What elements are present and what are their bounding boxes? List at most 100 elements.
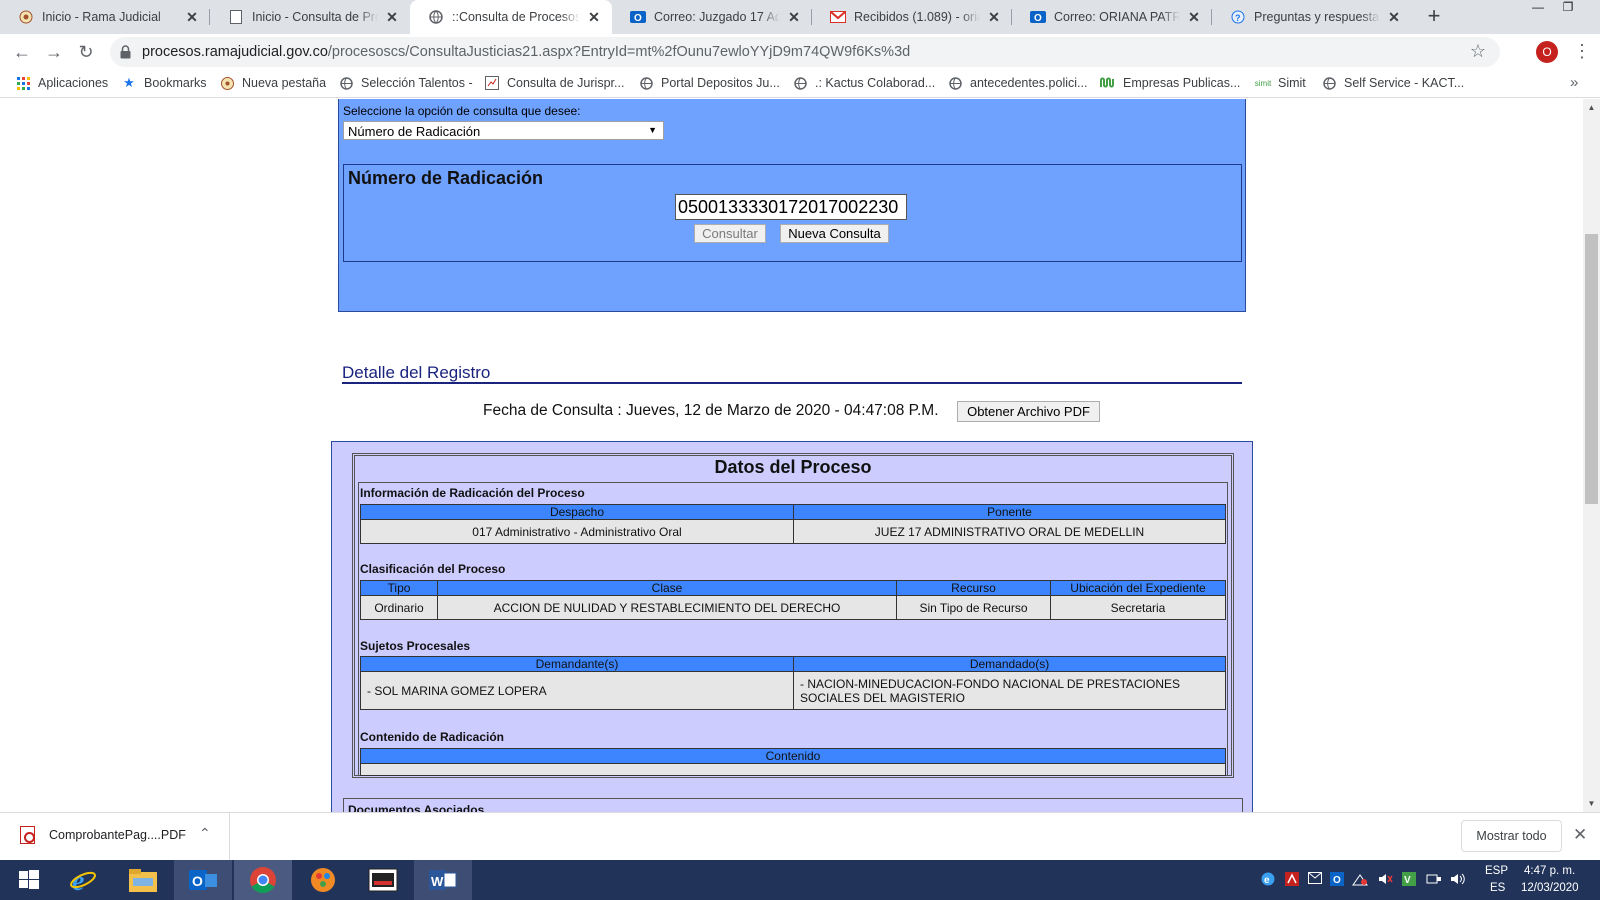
- tab-correo-oriana[interactable]: O Correo: ORIANA PATRICIA ✕: [1012, 0, 1212, 34]
- acrobat-tray-icon[interactable]: [1285, 872, 1299, 889]
- tab-gmail-recibidos[interactable]: Recibidos (1.089) - oriana ✕: [812, 0, 1012, 34]
- bookmark-nueva-pestana[interactable]: Nueva pestaña: [219, 75, 326, 91]
- clock-time[interactable]: 4:47 p. m.: [1524, 865, 1575, 877]
- tab-inicio-rama-judicial[interactable]: Inicio - Rama Judicial ✕: [0, 0, 210, 34]
- outlook-taskbar-icon[interactable]: O: [174, 860, 232, 900]
- globe-icon: [638, 75, 654, 91]
- speaker-tray-icon[interactable]: [1450, 872, 1466, 889]
- consultar-button[interactable]: Consultar: [694, 224, 766, 243]
- mail-tray-icon[interactable]: [1308, 872, 1322, 887]
- query-panel: Seleccione la opción de consulta que des…: [338, 99, 1246, 312]
- close-tab-icon[interactable]: ✕: [1186, 9, 1202, 25]
- keyboard-layout[interactable]: ES: [1490, 882, 1505, 894]
- svg-text:O: O: [634, 13, 642, 24]
- close-tab-icon[interactable]: ✕: [786, 9, 802, 25]
- vpn-tray-icon[interactable]: V: [1402, 872, 1416, 889]
- minimize-icon[interactable]: —: [1523, 0, 1553, 20]
- bookmarks-bar: Aplicaciones ★ Bookmarks Nueva pestaña S…: [0, 70, 1600, 98]
- file-explorer-icon[interactable]: [114, 860, 172, 900]
- bookmark-star-icon[interactable]: ☆: [1470, 41, 1486, 62]
- bookmark-self-service[interactable]: Self Service - KACT...: [1321, 75, 1464, 91]
- page-icon: [228, 9, 244, 25]
- word-icon[interactable]: W: [414, 860, 472, 900]
- profile-avatar[interactable]: O: [1536, 41, 1558, 63]
- cell-demandados: - NACION-MINEDUCACION-FONDO NACIONAL DE …: [793, 671, 1226, 710]
- bookmark-simit[interactable]: simit Simit: [1255, 75, 1306, 91]
- cell-ubicacion: Secretaria: [1050, 595, 1226, 620]
- apps-grid-icon: [15, 75, 31, 91]
- consulta-type-select[interactable]: Número de Radicación ▼: [343, 121, 664, 140]
- bookmark-antecedentes[interactable]: antecedentes.polici...: [947, 75, 1087, 91]
- tab-preguntas[interactable]: ? Preguntas y respuestas so ✕: [1212, 0, 1412, 34]
- svg-text:O: O: [192, 873, 203, 889]
- tab-correo-juzgado[interactable]: O Correo: Juzgado 17 Admi ✕: [612, 0, 812, 34]
- section-contenido-label: Contenido de Radicación: [360, 730, 505, 744]
- forward-icon[interactable]: →: [40, 38, 68, 66]
- show-all-downloads-button[interactable]: Mostrar todo: [1461, 820, 1562, 852]
- bookmark-label: Portal Depositos Ju...: [661, 76, 780, 90]
- bookmark-empresas-publicas[interactable]: Empresas Publicas...: [1100, 75, 1240, 91]
- input-language[interactable]: ESP: [1485, 865, 1508, 877]
- close-tab-icon[interactable]: ✕: [184, 9, 200, 25]
- tab-title: Correo: Juzgado 17 Admi: [654, 10, 780, 24]
- documentos-title: Documentos Asociados: [348, 803, 485, 812]
- close-tab-icon[interactable]: ✕: [986, 9, 1002, 25]
- radicacion-input[interactable]: [675, 194, 907, 220]
- paint-app-icon[interactable]: [294, 860, 352, 900]
- menu-dots-icon[interactable]: ⋮: [1572, 40, 1592, 64]
- tab-inicio-consulta[interactable]: Inicio - Consulta de Proce ✕: [210, 0, 410, 34]
- header-ubicacion: Ubicación del Expediente: [1050, 580, 1226, 596]
- outlook-tray-icon[interactable]: O: [1330, 872, 1344, 889]
- restore-icon[interactable]: ❐: [1553, 0, 1583, 20]
- chevron-up-icon[interactable]: ⌃: [199, 825, 211, 842]
- bookmarks-overflow-button[interactable]: »: [1570, 74, 1578, 91]
- bookmark-seleccion-talentos[interactable]: Selección Talentos -: [338, 75, 473, 91]
- wifi-tray-icon[interactable]: [1426, 872, 1442, 889]
- svg-text:O: O: [1333, 875, 1341, 886]
- scroll-down-icon[interactable]: ▼: [1583, 795, 1600, 812]
- close-tab-icon[interactable]: ✕: [1386, 9, 1402, 25]
- close-icon[interactable]: ✕: [1573, 825, 1587, 845]
- new-tab-button[interactable]: +: [1420, 3, 1448, 31]
- chrome-icon[interactable]: [234, 860, 292, 900]
- document-icon: [484, 75, 500, 91]
- terminal-app-icon[interactable]: [354, 860, 412, 900]
- vertical-scrollbar[interactable]: ▲ ▼: [1583, 99, 1600, 812]
- globe-icon: [338, 75, 354, 91]
- tab-consulta-procesos[interactable]: ::Consulta de Procesos:: P ✕: [410, 0, 612, 34]
- bookmark-consulta-jurisprudencia[interactable]: Consulta de Jurispr...: [484, 75, 624, 91]
- edge-tray-icon[interactable]: e: [1261, 872, 1275, 889]
- back-icon[interactable]: ←: [8, 38, 36, 66]
- address-bar[interactable]: procesos.ramajudicial.gov.co/procesoscs/…: [110, 37, 1500, 67]
- clock-date[interactable]: 12/03/2020: [1521, 882, 1579, 894]
- sujetos-table: Demandante(s) Demandado(s) - SOL MARINA …: [360, 656, 1226, 710]
- pdf-file-icon: [20, 826, 35, 844]
- internet-explorer-icon[interactable]: e: [54, 860, 112, 900]
- scrollbar-thumb[interactable]: [1585, 234, 1598, 504]
- fecha-consulta: Fecha de Consulta : Jueves, 12 de Marzo …: [483, 402, 939, 419]
- bookmark-aplicaciones[interactable]: Aplicaciones: [15, 75, 108, 91]
- scroll-up-icon[interactable]: ▲: [1583, 99, 1600, 116]
- reload-icon[interactable]: ↻: [72, 38, 100, 66]
- bookmark-label: Self Service - KACT...: [1344, 76, 1465, 90]
- documentos-box: Documentos Asociados: [343, 798, 1243, 812]
- bookmark-bookmarks[interactable]: ★ Bookmarks: [121, 75, 206, 91]
- windows-start-icon[interactable]: [0, 860, 58, 900]
- download-bar: ComprobantePag....PDF ⌃ Mostrar todo ✕: [0, 812, 1600, 860]
- bookmark-portal-depositos[interactable]: Portal Depositos Ju...: [638, 75, 780, 91]
- header-ponente: Ponente: [793, 504, 1226, 520]
- network-warning-tray-icon[interactable]: [1352, 872, 1368, 889]
- header-despacho: Despacho: [360, 504, 794, 520]
- header-demandados: Demandado(s): [793, 656, 1226, 672]
- shield-icon: [219, 75, 235, 91]
- close-tab-icon[interactable]: ✕: [586, 9, 602, 25]
- obtener-pdf-button[interactable]: Obtener Archivo PDF: [957, 401, 1100, 422]
- bookmark-kactus[interactable]: .: Kactus Colaborad...: [792, 75, 935, 91]
- nueva-consulta-button[interactable]: Nueva Consulta: [780, 224, 889, 243]
- close-tab-icon[interactable]: ✕: [384, 9, 400, 25]
- header-tipo: Tipo: [360, 580, 438, 596]
- volume-muted-tray-icon[interactable]: [1378, 872, 1394, 889]
- download-item[interactable]: ComprobantePag....PDF ⌃: [0, 813, 230, 860]
- bookmark-label: Nueva pestaña: [242, 76, 327, 90]
- help-icon: ?: [1230, 9, 1246, 25]
